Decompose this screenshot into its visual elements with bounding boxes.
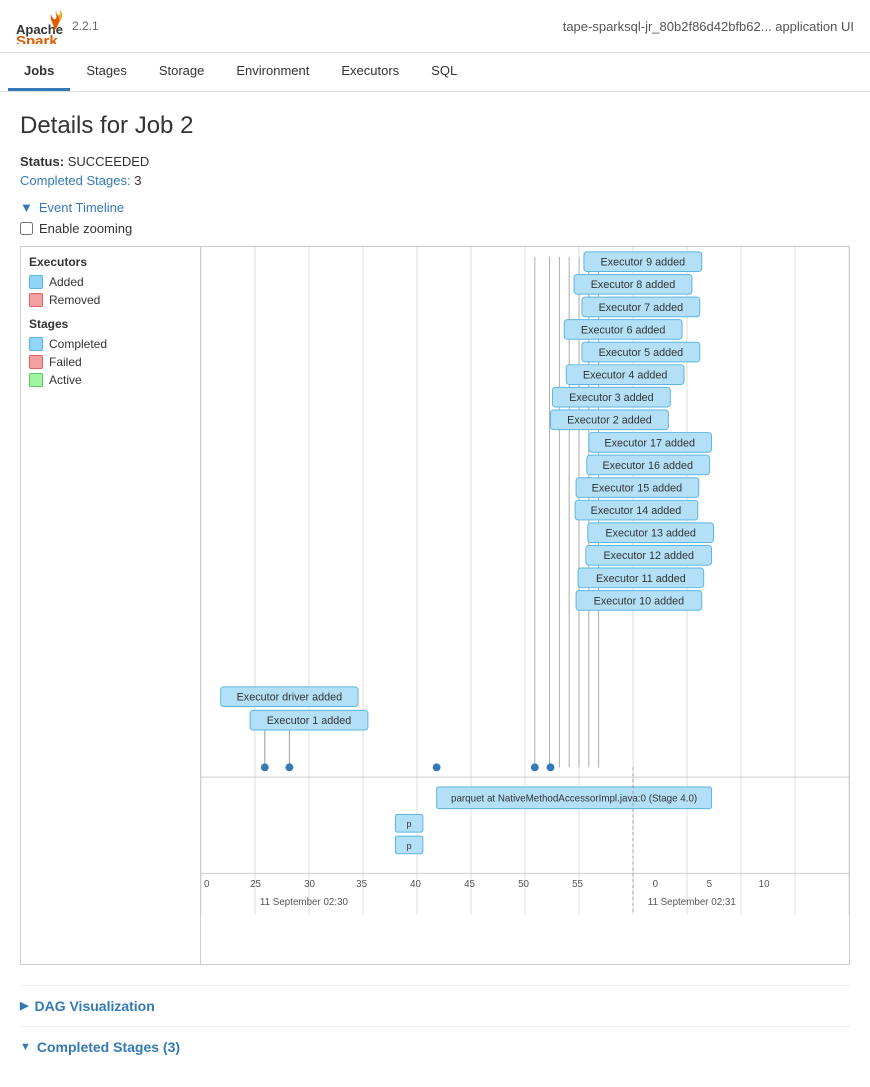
svg-text:Executor 3 added: Executor 3 added (569, 392, 654, 404)
completed-stages-count: 3 (134, 173, 141, 188)
legend-removed: Removed (29, 293, 192, 307)
svg-text:Executor 14 added: Executor 14 added (591, 505, 682, 517)
svg-text:55: 55 (572, 879, 583, 890)
svg-text:Executor 12 added: Executor 12 added (603, 550, 694, 562)
svg-text:Executor 15 added: Executor 15 added (592, 482, 683, 494)
completed-color-box (29, 337, 43, 351)
completed-stages-link[interactable]: Completed Stages: (20, 173, 131, 188)
added-color-box (29, 275, 43, 289)
svg-text:Executor 6 added: Executor 6 added (581, 324, 666, 336)
enable-zoom-checkbox[interactable] (20, 222, 33, 235)
dag-label: DAG Visualization (34, 998, 154, 1014)
svg-text:10: 10 (759, 879, 770, 890)
status-label: Status: (20, 154, 64, 169)
stages-legend: Stages Completed Failed Active (29, 317, 192, 387)
legend-completed-label: Completed (49, 337, 107, 351)
svg-text:Executor 4 added: Executor 4 added (583, 370, 668, 382)
nav-environment[interactable]: Environment (220, 53, 325, 91)
svg-text:p: p (407, 819, 412, 829)
toggle-arrow-icon: ▼ (20, 200, 33, 215)
logo-area: Apache Spark 2.2.1 (16, 8, 99, 44)
main-content: Details for Job 2 Status: SUCCEEDED Comp… (0, 92, 870, 1087)
svg-text:5: 5 (707, 879, 713, 890)
svg-text:Executor 10 added: Executor 10 added (594, 595, 685, 607)
dag-section: ▶ DAG Visualization (20, 998, 850, 1014)
svg-text:p: p (407, 841, 412, 851)
svg-text:25: 25 (250, 879, 261, 890)
svg-text:50: 50 (518, 879, 529, 890)
svg-text:Spark: Spark (16, 33, 58, 44)
legend-added-label: Added (49, 275, 84, 289)
timeline-legend: Executors Added Removed Stages Completed (21, 247, 201, 964)
svg-text:Executor driver added: Executor driver added (237, 692, 342, 704)
dag-arrow-icon: ▶ (20, 999, 28, 1012)
app-name: tape-sparksql-jr_80b2f86d42bfb62... (563, 19, 772, 34)
completed-arrow-icon: ▼ (20, 1041, 31, 1053)
nav-stages[interactable]: Stages (70, 53, 142, 91)
executors-legend-title: Executors (29, 255, 192, 269)
failed-color-box (29, 355, 43, 369)
removed-color-box (29, 293, 43, 307)
svg-text:parquet at NativeMethodAccesso: parquet at NativeMethodAccessorImpl.java… (451, 794, 697, 805)
svg-text:Executor 13 added: Executor 13 added (605, 528, 696, 540)
nav-jobs[interactable]: Jobs (8, 53, 70, 91)
nav-sql[interactable]: SQL (415, 53, 473, 91)
spark-logo-icon: Apache Spark (16, 8, 66, 44)
svg-text:Executor 5 added: Executor 5 added (599, 347, 684, 359)
enable-zoom-label: Enable zooming (39, 221, 132, 236)
legend-failed: Failed (29, 355, 192, 369)
dag-header[interactable]: ▶ DAG Visualization (20, 998, 850, 1014)
status-line: Status: SUCCEEDED (20, 154, 850, 169)
chart-area: Executor 9 added Executor 8 added Execut… (201, 247, 849, 964)
status-value: SUCCEEDED (68, 154, 150, 169)
legend-active: Active (29, 373, 192, 387)
svg-text:Executor 16 added: Executor 16 added (602, 460, 693, 472)
svg-text:40: 40 (410, 879, 421, 890)
app-suffix: application UI (775, 19, 854, 34)
svg-text:30: 30 (304, 879, 315, 890)
svg-text:0: 0 (653, 879, 659, 890)
svg-text:45: 45 (464, 879, 475, 890)
timeline-svg: Executor 9 added Executor 8 added Execut… (201, 247, 849, 964)
legend-added: Added (29, 275, 192, 289)
active-color-box (29, 373, 43, 387)
svg-text:Executor 1 added: Executor 1 added (267, 715, 352, 727)
nav-storage[interactable]: Storage (143, 53, 221, 91)
divider1 (20, 985, 850, 986)
nav-executors[interactable]: Executors (325, 53, 415, 91)
timeline-container: Executors Added Removed Stages Completed (20, 246, 850, 965)
legend-active-label: Active (49, 373, 82, 387)
completed-stages-line: Completed Stages: 3 (20, 173, 850, 188)
svg-text:11 September 02:30: 11 September 02:30 (260, 897, 349, 908)
completed-stages-header[interactable]: ▼ Completed Stages (3) (20, 1039, 850, 1055)
svg-text:Executor 9 added: Executor 9 added (601, 257, 686, 269)
timeline-inner: Executors Added Removed Stages Completed (21, 247, 849, 964)
legend-removed-label: Removed (49, 293, 100, 307)
svg-text:Executor 7 added: Executor 7 added (599, 302, 684, 314)
svg-text:35: 35 (356, 879, 367, 890)
svg-text:Executor 8 added: Executor 8 added (591, 279, 676, 291)
page-title: Details for Job 2 (20, 112, 850, 140)
svg-text:Executor 2 added: Executor 2 added (567, 415, 652, 427)
svg-text:0: 0 (204, 879, 210, 890)
event-timeline-toggle[interactable]: ▼ Event Timeline (20, 200, 850, 215)
legend-completed: Completed (29, 337, 192, 351)
event-timeline-label: Event Timeline (39, 200, 124, 215)
divider2 (20, 1026, 850, 1027)
completed-stages-section: ▼ Completed Stages (3) (20, 1039, 850, 1055)
completed-stages-section-label: Completed Stages (3) (37, 1039, 180, 1055)
svg-text:Executor 17 added: Executor 17 added (604, 437, 695, 449)
app-header: Apache Spark 2.2.1 tape-sparksql-jr_80b2… (0, 0, 870, 53)
stages-legend-title: Stages (29, 317, 192, 331)
legend-failed-label: Failed (49, 355, 82, 369)
main-nav: Jobs Stages Storage Environment Executor… (0, 53, 870, 92)
app-info: tape-sparksql-jr_80b2f86d42bfb62... appl… (563, 19, 854, 34)
version-label: 2.2.1 (72, 19, 99, 33)
enable-zooming-row: Enable zooming (20, 221, 850, 236)
svg-text:Executor 11 added: Executor 11 added (596, 573, 686, 585)
svg-text:11 September 02:31: 11 September 02:31 (648, 897, 736, 908)
